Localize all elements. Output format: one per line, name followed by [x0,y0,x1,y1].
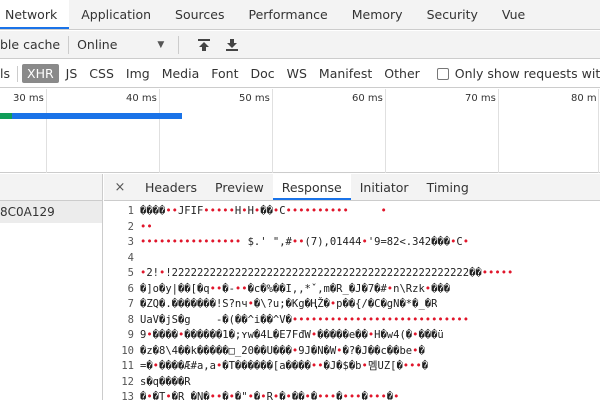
filter-type-js[interactable]: JS [61,64,83,83]
overview-tick-label: 30 ms [13,93,44,104]
only-show-checkbox[interactable] [436,67,449,80]
close-icon[interactable]: × [104,174,136,200]
overview-tick-label: 70 ms [465,93,496,104]
filter-type-css[interactable]: CSS [84,64,119,83]
panel-tab-memory[interactable]: Memory [340,0,415,29]
overview-tick-label: 60 ms [352,93,383,104]
line-number: 7 [127,298,134,310]
overview-tick-label: 80 m [571,93,597,104]
resource-type-filter-bar: ls XHR JS CSS Img Media Font Doc WS Manifest Other… [0,60,600,88]
response-line-text: 9•����•������1�;ʏw�4L�E7FđW•�����e��•H�w… [140,329,444,341]
response-line: 11 =�•����Æ#a,a•�T������[a����••�J�$�b•멤U… [104,359,600,375]
network-overview-timeline[interactable]: 30 ms 40 ms 50 ms 60 ms 70 ms 80 m [0,89,600,173]
network-toolbar: ble cache Online ▼ [0,31,600,59]
response-line-text: �]o�y|��[�q••�-••�c�%��I,,*ˇ,m�R_�J�7�#•… [140,282,451,295]
filter-type-ls[interactable]: ls [0,64,15,83]
line-number: 1 [127,205,134,217]
filter-type-img[interactable]: Img [121,64,155,83]
toolbar-divider [68,35,70,54]
filter-type-doc[interactable]: Doc [245,64,279,83]
filter-type-font[interactable]: Font [206,64,243,83]
filter-type-manifest[interactable]: Manifest [314,64,377,83]
overview-gridline [46,89,47,173]
response-line-text: ����••JFIF•••••H•H•��•C•••••••••• • [140,205,387,217]
panel-tab-application[interactable]: Application [69,0,163,29]
filter-type-xhr[interactable]: XHR [22,64,59,83]
detail-tab-timing[interactable]: Timing [418,174,478,200]
disable-cache-checkbox-label[interactable]: ble cache [0,37,60,52]
panel-tab-sources[interactable]: Sources [163,0,236,29]
overview-gridline [272,89,273,173]
response-line: 9 9•����•������1�;ʏw�4L�E7FđW•�����e��•H�… [104,328,600,344]
panel-tab-security[interactable]: Security [415,0,490,29]
line-number: 13 [121,391,134,400]
overview-gridline [385,89,386,173]
request-list: 8C0A129 [0,174,103,400]
network-details-area: 8C0A129 × Headers Preview Response Initiato… [0,174,600,400]
overview-gridline [598,89,599,173]
detail-tab-initiator[interactable]: Initiator [351,174,418,200]
overview-gridline [498,89,499,173]
request-timing-bar [0,113,13,119]
download-icon[interactable] [221,34,243,56]
filter-divider [17,65,18,82]
response-line: 6 �]o�y|��[�q••�-••�c�%��I,,*ˇ,m�R_�J�7�#… [104,282,600,298]
filter-type-ws[interactable]: WS [282,64,312,83]
devtools-panel-tabs: Network Application Sources Performance Memo… [0,0,600,30]
detail-tab-headers[interactable]: Headers [136,174,206,200]
response-body-viewer[interactable]: 1 ����••JFIF•••••H•H•��•C•••••••••• • 2 •• 3… [104,204,600,400]
request-detail-pane: × Headers Preview Response Initiator Timing … [104,174,600,400]
response-line: 10 �z�8\4��k�����□_20��U���•9J�N�W•�?�J��… [104,344,600,360]
response-line-text: •••••••••••••••• $.' ",#••(7),01444•'9=8… [140,236,470,248]
line-number: 11 [121,360,134,372]
detail-tab-preview[interactable]: Preview [206,174,273,200]
line-number: 10 [121,344,134,357]
response-line: 2 •• [104,220,600,236]
throttling-value: Online [77,37,118,52]
response-line: 8 UaV�jS�g -�(��^i��^V�••••••••••••••••••… [104,313,600,329]
line-number: 8 [127,313,134,326]
response-line-text: �ZQ�.�������!S?nч•�\?u;�Kg�ҢŽ�•p��{/�C�g… [140,298,438,310]
response-line: 13 �•�T•�R_�N�••�•�"•�•R•�•��•�•••�•••�••… [104,390,600,400]
line-number: 2 [127,220,134,233]
response-line: 4 [104,251,600,267]
overview-tick-label: 50 ms [239,93,270,104]
filter-type-other[interactable]: Other [379,64,425,83]
line-number: 4 [127,251,134,264]
line-number: 9 [127,329,134,341]
request-row-selected[interactable]: 8C0A129 [0,201,102,223]
filter-type-media[interactable]: Media [157,64,205,83]
request-list-header [0,174,102,201]
line-number: 3 [127,236,134,248]
response-line: 5 •2!•!2222222222222222222222222222222222… [104,266,600,282]
panel-tab-network[interactable]: Network [0,0,70,29]
upload-icon[interactable] [193,34,215,56]
response-line-text: •2!•!22222222222222222222222222222222222… [140,267,514,279]
chevron-down-icon: ▼ [157,39,165,50]
overview-tick-label: 40 ms [126,93,157,104]
throttling-select[interactable]: Online ▼ [77,37,164,52]
request-timing-bar [12,113,182,119]
response-line-text: UaV�jS�g -�(��^i��^V�•••••••••••••••••••… [140,313,470,326]
line-number: 6 [127,282,134,295]
panel-tab-performance[interactable]: Performance [237,0,340,29]
response-line-text: �•�T•�R_�N�••�•�"•�•R•�•��•�•••�•••�•••�… [140,391,400,400]
detail-tabs: × Headers Preview Response Initiator Timing [104,174,600,201]
overview-gridline [159,89,160,173]
response-line-text: s�q����R [140,375,191,388]
response-line-text: �z�8\4��k�����□_20��U���•9J�N�W•�?�J��c�… [140,344,425,357]
only-show-label: Only show requests with Sa [454,66,600,81]
panel-tab-vue[interactable]: Vue [490,0,537,29]
line-number: 5 [127,267,134,279]
response-line-text: •• [140,220,153,233]
response-line: 1 ����••JFIF•••••H•H•��•C•••••••••• • [104,204,600,220]
response-line-text: =�•����Æ#a,a•�T������[a����••�J�$�b•멤UZ[… [140,360,429,372]
response-line: 12 s�q����R [104,375,600,391]
detail-tab-response[interactable]: Response [272,174,351,200]
response-line: 3 •••••••••••••••• $.' ",#••(7),01444•'9=… [104,235,600,251]
toolbar-divider [178,35,180,54]
response-line: 7 �ZQ�.�������!S?nч•�\?u;�Kg�ҢŽ�•p��{/�C�… [104,297,600,313]
line-number: 12 [121,375,134,388]
